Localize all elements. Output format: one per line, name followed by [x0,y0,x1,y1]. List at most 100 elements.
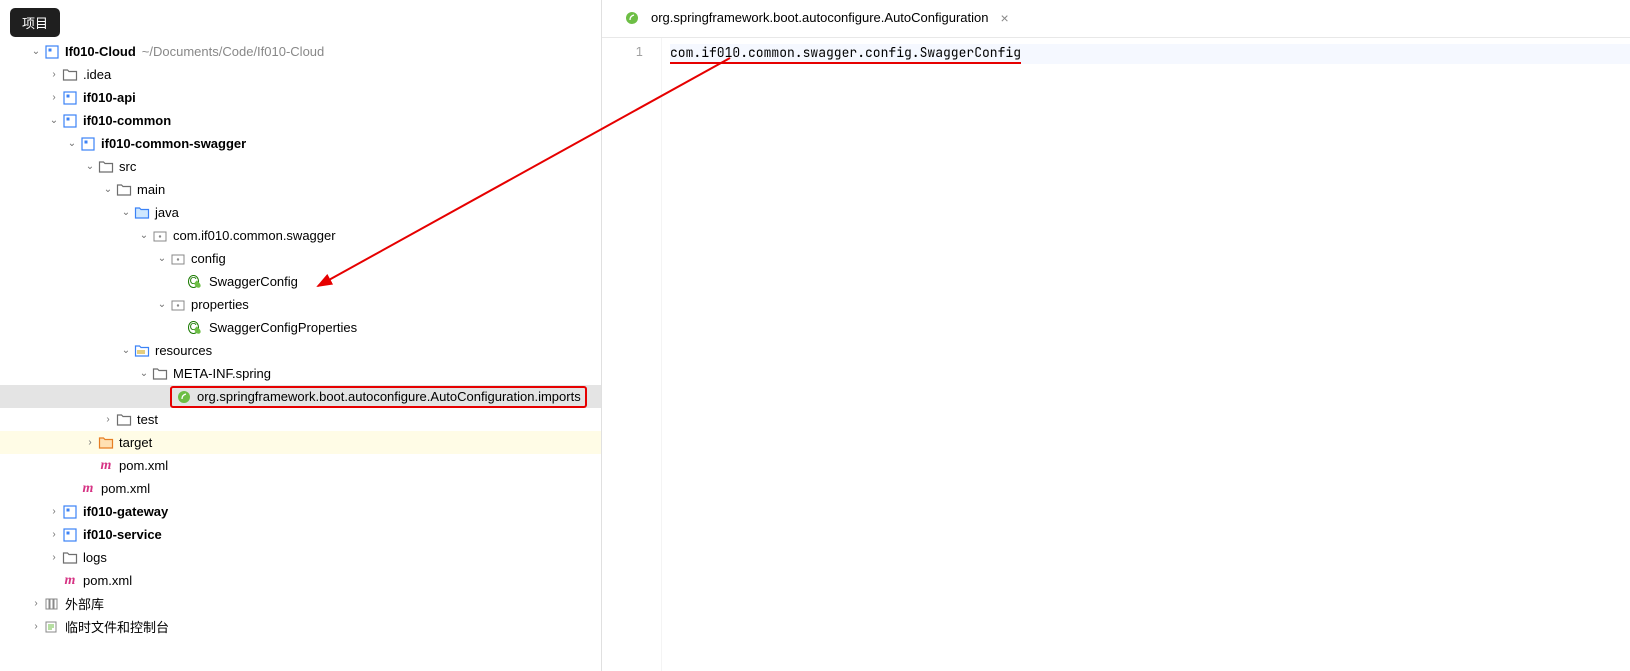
tree-item-label: SwaggerConfig [209,274,298,289]
tree-item-src[interactable]: ⌄ src [0,155,601,178]
code-line[interactable]: com.if010.common.swagger.config.SwaggerC… [670,44,1630,64]
chevron-down-icon[interactable]: ⌄ [138,230,150,241]
chevron-down-icon[interactable]: ⌄ [102,184,114,195]
module-icon [62,113,78,129]
chevron-down-icon[interactable]: ⌄ [156,299,168,310]
package-icon [170,297,186,313]
chevron-right-icon[interactable]: › [84,437,96,448]
tree-item-label: 临时文件和控制台 [65,617,169,636]
chevron-right-icon[interactable]: › [48,529,60,540]
tree-item-label: META-INF.spring [173,366,271,381]
editor-tabs: org.springframework.boot.autoconfigure.A… [602,0,1630,38]
chevron-down-icon[interactable]: ⌄ [30,46,42,57]
package-icon [152,228,168,244]
tree-item-label: properties [191,297,249,312]
editor-code[interactable]: com.if010.common.swagger.config.SwaggerC… [662,38,1630,671]
tree-item-pom-inner[interactable]: · m pom.xml [0,454,601,477]
tree-item-ext-lib[interactable]: › 外部库 [0,592,601,615]
tree-item-gateway[interactable]: › if010-gateway [0,500,601,523]
chevron-right-icon[interactable]: › [48,92,60,103]
tree-item-idea[interactable]: › .idea [0,63,601,86]
tree-item-swagger-config-props[interactable]: · C SwaggerConfigProperties [0,316,601,339]
tree-item-label: if010-api [83,90,136,105]
tree-item-label: 外部库 [65,594,104,613]
folder-icon [62,67,78,83]
module-icon [80,136,96,152]
code-text: com.if010.common.swagger.config.SwaggerC… [670,44,1021,64]
tree-item-label: logs [83,550,107,565]
annotation-highlight-box: org.springframework.boot.autoconfigure.A… [170,386,587,408]
tree-item-label: if010-service [83,527,162,542]
chevron-right-icon[interactable]: › [30,598,42,609]
tree-item-label: pom.xml [83,573,132,588]
maven-icon: m [62,573,78,589]
maven-icon: m [80,481,96,497]
scratch-icon [44,619,60,635]
tree-item-service[interactable]: › if010-service [0,523,601,546]
tree-item-logs[interactable]: › logs [0,546,601,569]
class-icon: C [188,320,204,336]
close-icon[interactable]: × [1000,10,1008,26]
tree-item-label: pom.xml [101,481,150,496]
chevron-down-icon[interactable]: ⌄ [138,368,150,379]
tree-item-common-swagger[interactable]: ⌄ if010-common-swagger [0,132,601,155]
chevron-right-icon[interactable]: › [48,69,60,80]
tree-item-package[interactable]: ⌄ com.if010.common.swagger [0,224,601,247]
module-icon [62,90,78,106]
line-number: 1 [602,44,643,60]
tree-item-properties[interactable]: ⌄ properties [0,293,601,316]
editor-tab[interactable]: org.springframework.boot.autoconfigure.A… [614,0,1019,37]
spring-file-icon [624,10,640,26]
chevron-right-icon[interactable]: › [48,552,60,563]
chevron-right-icon[interactable]: › [48,506,60,517]
tree-item-label: org.springframework.boot.autoconfigure.A… [197,389,581,404]
tree-item-label: src [119,159,136,174]
tree-item-label: pom.xml [119,458,168,473]
tree-item-meta-inf[interactable]: ⌄ META-INF.spring [0,362,601,385]
tree-item-test[interactable]: › test [0,408,601,431]
spring-file-icon [176,389,192,405]
chevron-down-icon[interactable]: ⌄ [48,115,60,126]
tree-item-label: resources [155,343,212,358]
project-tab-button[interactable]: 项目 [10,8,60,37]
chevron-right-icon[interactable]: › [102,414,114,425]
chevron-right-icon[interactable]: › [30,621,42,632]
tree-item-label: main [137,182,165,197]
chevron-down-icon[interactable]: ⌄ [120,345,132,356]
tree-item-autoconfig-file[interactable]: · org.springframework.boot.autoconfigure… [0,385,601,408]
tree-item-target[interactable]: › target [0,431,601,454]
tree-item-label: If010-Cloud [65,44,136,59]
tree-item-resources[interactable]: ⌄ resources [0,339,601,362]
tree-root[interactable]: ⌄ If010-Cloud ~/Documents/Code/If010-Clo… [0,40,601,63]
tab-title: org.springframework.boot.autoconfigure.A… [651,10,988,25]
module-icon [62,504,78,520]
tree-item-label: target [119,435,152,450]
tree-item-label: config [191,251,226,266]
tree-item-label: java [155,205,179,220]
chevron-down-icon[interactable]: ⌄ [84,161,96,172]
excluded-folder-icon [98,435,114,451]
tree-item-config[interactable]: ⌄ config [0,247,601,270]
tree-item-common[interactable]: ⌄ if010-common [0,109,601,132]
tree-item-label: test [137,412,158,427]
editor-area[interactable]: 1 com.if010.common.swagger.config.Swagge… [602,38,1630,671]
folder-icon [62,550,78,566]
tree-item-path: ~/Documents/Code/If010-Cloud [142,44,324,59]
tree-item-java[interactable]: ⌄ java [0,201,601,224]
tree-item-pom-common[interactable]: · m pom.xml [0,477,601,500]
editor-pane: org.springframework.boot.autoconfigure.A… [602,0,1630,671]
tree-item-scratch[interactable]: › 临时文件和控制台 [0,615,601,638]
source-folder-icon [134,205,150,221]
tree-item-pom-root[interactable]: · m pom.xml [0,569,601,592]
tree-item-api[interactable]: › if010-api [0,86,601,109]
tree-item-label: .idea [83,67,111,82]
tree-item-swagger-config[interactable]: · C SwaggerConfig [0,270,601,293]
tree-item-main[interactable]: ⌄ main [0,178,601,201]
tree-item-label: SwaggerConfigProperties [209,320,357,335]
tree-item-label: if010-common [83,113,171,128]
chevron-down-icon[interactable]: ⌄ [66,138,78,149]
chevron-down-icon[interactable]: ⌄ [156,253,168,264]
tree-item-label: if010-gateway [83,504,168,519]
chevron-down-icon[interactable]: ⌄ [120,207,132,218]
package-icon [170,251,186,267]
